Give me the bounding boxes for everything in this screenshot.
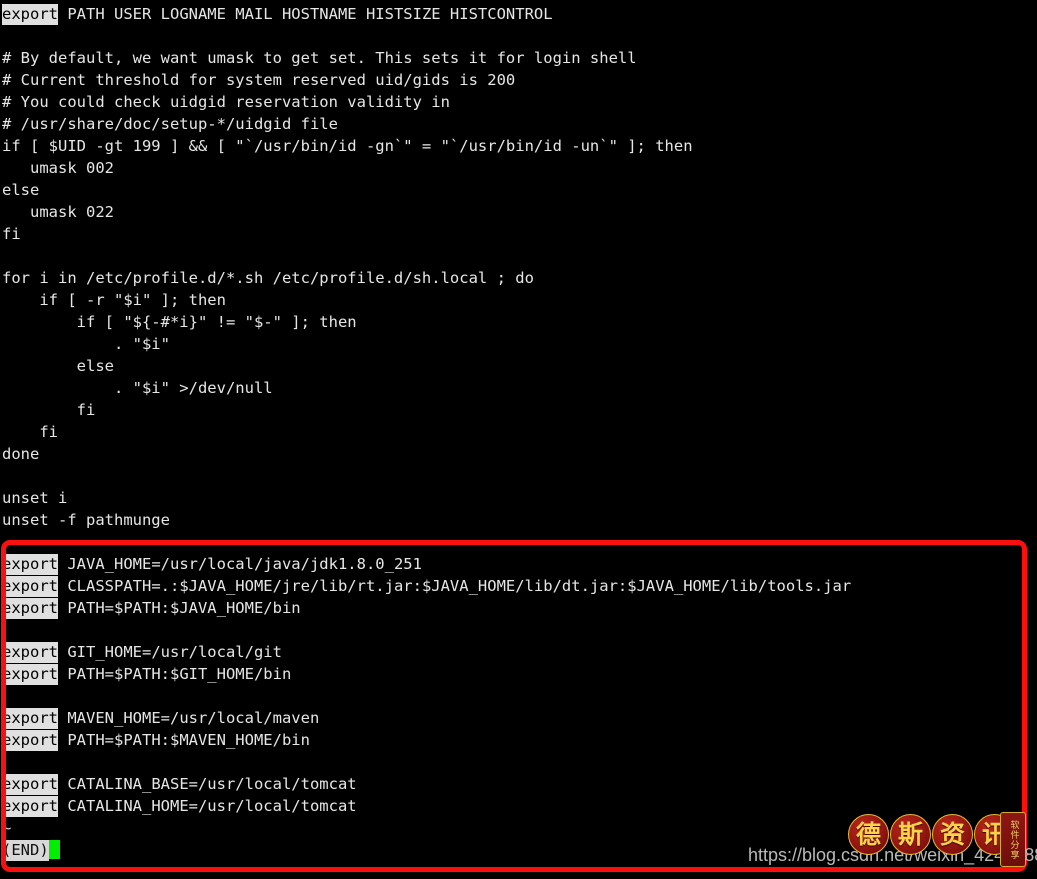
terminal-line: if [ $UID -gt 199 ] && [ "`/usr/bin/id -… xyxy=(2,135,1037,157)
terminal-line: if [ "${-#*i}" != "$-" ]; then xyxy=(2,311,1037,333)
terminal-line: export PATH=$PATH:$MAVEN_HOME/bin xyxy=(2,729,1037,751)
terminal-line: unset -f pathmunge xyxy=(2,509,1037,531)
terminal-line: export JAVA_HOME=/usr/local/java/jdk1.8.… xyxy=(2,553,1037,575)
terminal-line: export GIT_HOME=/usr/local/git xyxy=(2,641,1037,663)
terminal-line: unset i xyxy=(2,487,1037,509)
terminal-line: # Current threshold for system reserved … xyxy=(2,69,1037,91)
terminal-line: else xyxy=(2,179,1037,201)
line-text xyxy=(2,621,11,639)
terminal-line: fi xyxy=(2,223,1037,245)
line-text: unset -f pathmunge xyxy=(2,511,170,529)
line-text: . "$i" xyxy=(2,335,170,353)
terminal-line: export CATALINA_BASE=/usr/local/tomcat xyxy=(2,773,1037,795)
line-text: PATH=$PATH:$GIT_HOME/bin xyxy=(58,665,292,683)
line-text: unset i xyxy=(2,489,68,507)
line-text xyxy=(2,533,11,551)
highlighted-keyword: export xyxy=(2,664,58,685)
line-text: fi xyxy=(2,401,96,419)
terminal-line: export CLASSPATH=.:$JAVA_HOME/jre/lib/rt… xyxy=(2,575,1037,597)
line-text xyxy=(2,467,11,485)
end-of-file-status: (END) xyxy=(2,840,49,861)
line-text: if [ "${-#*i}" != "$-" ]; then xyxy=(2,313,357,331)
terminal-text-lines: export PATH USER LOGNAME MAIL HOSTNAME H… xyxy=(2,3,1037,817)
line-text: if [ -r "$i" ]; then xyxy=(2,291,226,309)
tilde-glyph: ~ xyxy=(2,819,12,837)
tilde-filler-line: ~ xyxy=(2,817,1037,839)
line-text: # Current threshold for system reserved … xyxy=(2,71,516,89)
line-text xyxy=(2,27,11,45)
highlighted-keyword: export xyxy=(2,554,58,575)
line-text: JAVA_HOME=/usr/local/java/jdk1.8.0_251 xyxy=(58,555,422,573)
line-text: PATH=$PATH:$MAVEN_HOME/bin xyxy=(58,731,310,749)
terminal-line: for i in /etc/profile.d/*.sh /etc/profil… xyxy=(2,267,1037,289)
terminal-line xyxy=(2,685,1037,707)
line-text: CATALINA_BASE=/usr/local/tomcat xyxy=(58,775,357,793)
line-text: PATH USER LOGNAME MAIL HOSTNAME HISTSIZE… xyxy=(58,5,553,23)
line-text: # You could check uidgid reservation val… xyxy=(2,93,450,111)
terminal-line: . "$i" >/dev/null xyxy=(2,377,1037,399)
terminal-line xyxy=(2,25,1037,47)
terminal-line: if [ -r "$i" ]; then xyxy=(2,289,1037,311)
terminal-line: export CATALINA_HOME=/usr/local/tomcat xyxy=(2,795,1037,817)
terminal-line: fi xyxy=(2,399,1037,421)
line-text: PATH=$PATH:$JAVA_HOME/bin xyxy=(58,599,301,617)
terminal-line: export PATH=$PATH:$JAVA_HOME/bin xyxy=(2,597,1037,619)
terminal-line: # By default, we want umask to get set. … xyxy=(2,47,1037,69)
highlighted-keyword: export xyxy=(2,796,58,817)
terminal-line xyxy=(2,619,1037,641)
terminal-line xyxy=(2,751,1037,773)
line-text: for i in /etc/profile.d/*.sh /etc/profil… xyxy=(2,269,534,287)
line-text: else xyxy=(2,357,114,375)
line-text: MAVEN_HOME=/usr/local/maven xyxy=(58,709,320,727)
terminal-line: umask 002 xyxy=(2,157,1037,179)
terminal-line: fi xyxy=(2,421,1037,443)
line-text: done xyxy=(2,445,40,463)
block-cursor-icon xyxy=(48,840,60,859)
line-text: else xyxy=(2,181,40,199)
terminal-line: done xyxy=(2,443,1037,465)
highlighted-keyword: export xyxy=(2,730,58,751)
line-text xyxy=(2,753,11,771)
terminal-line: # You could check uidgid reservation val… xyxy=(2,91,1037,113)
terminal-line: export MAVEN_HOME=/usr/local/maven xyxy=(2,707,1037,729)
highlighted-keyword: export xyxy=(2,598,58,619)
terminal-screen: export PATH USER LOGNAME MAIL HOSTNAME H… xyxy=(0,0,1037,861)
terminal-window[interactable]: export PATH USER LOGNAME MAIL HOSTNAME H… xyxy=(0,0,1037,879)
line-text: # By default, we want umask to get set. … xyxy=(2,49,637,67)
line-text: if [ $UID -gt 199 ] && [ "`/usr/bin/id -… xyxy=(2,137,693,155)
line-text: fi xyxy=(2,225,21,243)
terminal-line: export PATH=$PATH:$GIT_HOME/bin xyxy=(2,663,1037,685)
terminal-line xyxy=(2,245,1037,267)
line-text: fi xyxy=(2,423,58,441)
line-text: CATALINA_HOME=/usr/local/tomcat xyxy=(58,797,357,815)
highlighted-keyword: export xyxy=(2,576,58,597)
terminal-line: export PATH USER LOGNAME MAIL HOSTNAME H… xyxy=(2,3,1037,25)
line-text xyxy=(2,247,11,265)
terminal-line xyxy=(2,531,1037,553)
less-status-line: (END) xyxy=(2,839,1037,861)
line-text: CLASSPATH=.:$JAVA_HOME/jre/lib/rt.jar:$J… xyxy=(58,577,852,595)
terminal-line xyxy=(2,465,1037,487)
terminal-line: # /usr/share/doc/setup-*/uidgid file xyxy=(2,113,1037,135)
highlighted-keyword: export xyxy=(2,774,58,795)
highlighted-keyword: export xyxy=(2,642,58,663)
line-text: . "$i" >/dev/null xyxy=(2,379,273,397)
highlighted-keyword: export xyxy=(2,708,58,729)
line-text: # /usr/share/doc/setup-*/uidgid file xyxy=(2,115,338,133)
terminal-line: umask 022 xyxy=(2,201,1037,223)
line-text: umask 022 xyxy=(2,203,114,221)
highlighted-keyword: export xyxy=(2,4,58,25)
terminal-line: . "$i" xyxy=(2,333,1037,355)
line-text: GIT_HOME=/usr/local/git xyxy=(58,643,282,661)
line-text xyxy=(2,687,11,705)
line-text: umask 002 xyxy=(2,159,114,177)
terminal-line: else xyxy=(2,355,1037,377)
